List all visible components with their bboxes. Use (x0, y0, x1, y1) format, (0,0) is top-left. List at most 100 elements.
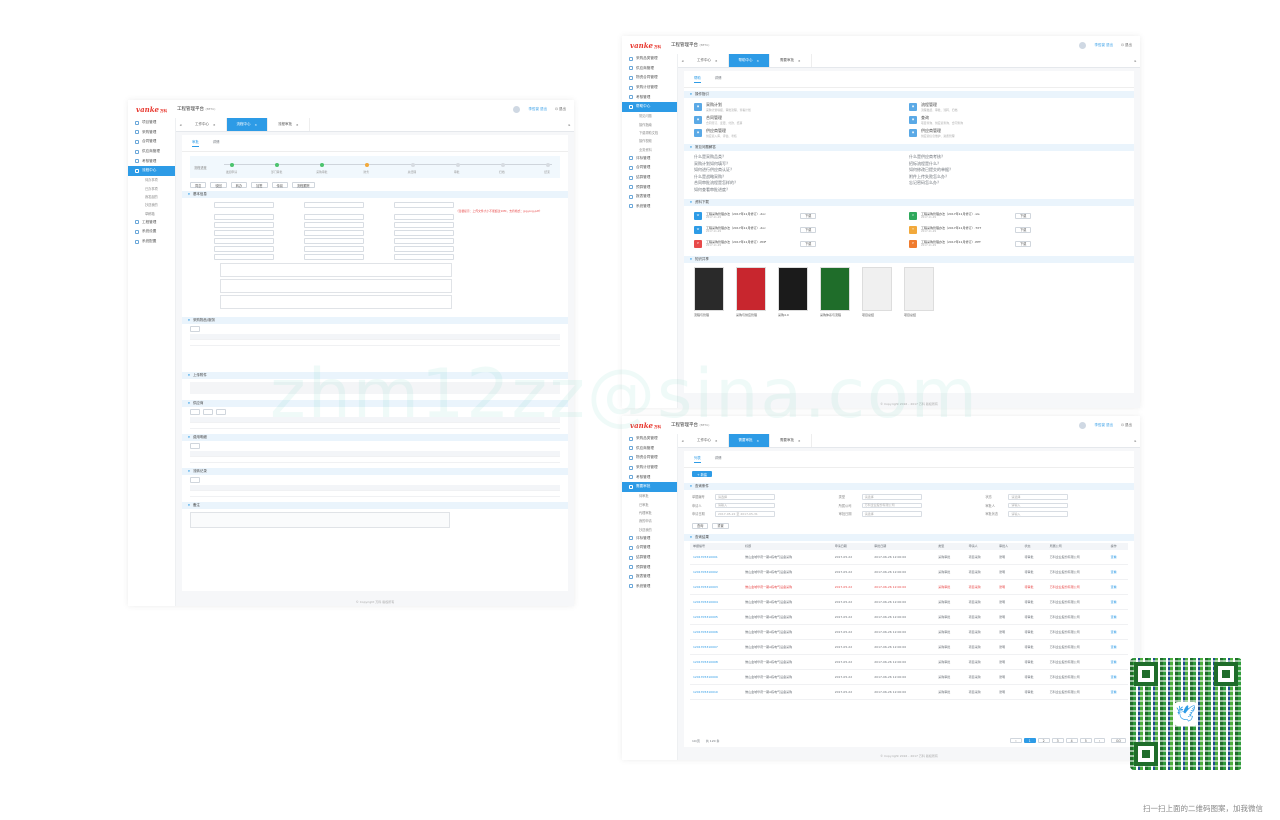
sidebar-item[interactable]: 预算管理 (622, 562, 677, 572)
form-field[interactable] (394, 222, 454, 228)
close-icon[interactable]: ✕ (757, 59, 760, 63)
view-link[interactable]: 查看 (1108, 685, 1128, 700)
doc-number-link[interactable]: 1201705310003 (690, 580, 742, 595)
faq-link[interactable]: 如何查看审批进度？ (694, 187, 909, 194)
column-header[interactable]: 操作 (1108, 543, 1128, 550)
close-icon[interactable]: ✕ (798, 59, 801, 63)
column-header[interactable]: 所属公司 (1047, 543, 1108, 550)
subtab[interactable]: 审批 (192, 139, 199, 147)
sidebar-subitem[interactable]: 抄送我的 (128, 201, 175, 209)
form-field[interactable] (304, 214, 364, 220)
sidebar-item[interactable]: 结算管理 (622, 553, 677, 563)
doc-number-link[interactable]: 1201705310008 (690, 655, 742, 670)
action-button[interactable]: 流程跟踪 (291, 182, 315, 188)
form-field[interactable] (394, 238, 454, 244)
view-link[interactable]: 查看 (1108, 595, 1128, 610)
column-header[interactable]: 审批人 (996, 543, 1021, 550)
column-header[interactable]: 类型 (935, 543, 965, 550)
tab[interactable]: 工作中心 ✕ (687, 434, 729, 447)
sidebar-subitem[interactable]: 已审批 (622, 500, 677, 508)
tab[interactable]: 需要审批 ✕ (770, 434, 812, 447)
book-item[interactable]: 采购与供应管理 (736, 267, 768, 317)
table-row[interactable]: 1201705310005 佛山金域华府一期A栋电气设备采购 2017-05-22 2… (690, 610, 1128, 625)
tab-scroll-left-icon[interactable]: ◂ (678, 434, 687, 447)
table-row[interactable] (190, 491, 560, 497)
filter-input[interactable]: 万科企业股份有限公司 (861, 502, 922, 508)
sidebar-subitem[interactable]: 我发起的 (128, 192, 175, 200)
form-field[interactable] (304, 222, 364, 228)
sidebar-item[interactable]: 合同管理 (622, 543, 677, 553)
sidebar-item[interactable]: 考核管理 (622, 92, 677, 102)
form-field[interactable] (394, 254, 454, 260)
sidebar-item[interactable]: 供应商管理 (622, 64, 677, 74)
table-tool-button[interactable] (190, 409, 200, 415)
close-icon[interactable]: ✕ (798, 439, 801, 443)
sidebar-item[interactable]: 报表管理 (622, 192, 677, 202)
table-row[interactable]: 1201705310008 佛山金域华府一期A栋电气设备采购 2017-05-22 2… (690, 655, 1128, 670)
sidebar-subitem[interactable]: 待审批 (622, 492, 677, 500)
filter-input[interactable]: 请选择 (861, 511, 922, 517)
tab-scroll-left-icon[interactable]: ◂ (678, 54, 687, 67)
faq-link[interactable]: 忘记密码怎么办？ (909, 180, 1124, 187)
form-field[interactable] (214, 230, 274, 236)
tab[interactable]: 帮助中心 ✕ (728, 54, 771, 67)
new-button[interactable]: + 新建 (692, 471, 713, 477)
close-icon[interactable]: ✕ (715, 59, 718, 63)
sidebar-subitem[interactable]: 待办事项 (128, 176, 175, 184)
sidebar-subitem[interactable]: 操作指南 (622, 120, 677, 128)
table-tool-button[interactable] (216, 409, 226, 415)
tab-scroll-right-icon[interactable]: ▸ (565, 118, 574, 131)
filter-input[interactable]: 2017-05-22 至 2017-05-31 (715, 511, 775, 517)
doc-number-link[interactable]: 1201705310009 (690, 670, 742, 685)
guide-item[interactable]: ▣ 合同管理 合同签订、变更、付款、结算 (694, 114, 909, 125)
sidebar-item[interactable]: 采购计划管理 (622, 83, 677, 93)
form-field[interactable] (304, 238, 364, 244)
tab[interactable]: 需要审批 ✕ (728, 434, 771, 447)
view-link[interactable]: 查看 (1108, 655, 1128, 670)
doc-number-link[interactable]: 1201705310004 (690, 595, 742, 610)
book-item[interactable]: 流程与管理 (694, 267, 726, 317)
sidebar-subitem[interactable]: 抄送我的 (622, 525, 677, 533)
filter-input[interactable]: 请输入 (715, 502, 775, 508)
table-row[interactable]: 1201705310006 佛山金域华府一期A栋电气设备采购 2017-05-22 2… (690, 625, 1128, 640)
subtab[interactable]: 详情 (715, 455, 722, 463)
table-row[interactable]: 1201705310009 佛山金域华府一期A栋电气设备采购 2017-05-22 2… (690, 670, 1128, 685)
download-button[interactable]: 下载 (1015, 240, 1032, 247)
sidebar-item[interactable]: 供应商管理 (622, 444, 677, 454)
sidebar-item[interactable]: 需要审批 (622, 481, 677, 492)
view-link[interactable]: 查看 (1108, 640, 1128, 655)
sidebar-item[interactable]: 帮助中心 (622, 101, 677, 112)
form-field[interactable] (394, 214, 454, 220)
sidebar-item[interactable]: 合同管理 (622, 163, 677, 173)
table-row[interactable] (190, 340, 560, 346)
close-icon[interactable]: ✕ (296, 123, 299, 127)
table-tool-button[interactable] (190, 326, 200, 332)
form-textarea[interactable] (220, 279, 452, 293)
form-field[interactable] (304, 202, 364, 208)
form-textarea[interactable] (220, 295, 452, 309)
page-size[interactable]: 10/页 (692, 739, 700, 743)
sidebar-subitem[interactable]: 操作视频 (622, 137, 677, 145)
avatar[interactable] (1079, 421, 1087, 429)
table-tool-button[interactable] (203, 409, 213, 415)
sidebar-item[interactable]: 采购品类管理 (622, 54, 677, 64)
close-icon[interactable]: ✕ (757, 439, 760, 443)
column-header[interactable]: 单据编号 (690, 543, 742, 550)
reset-button[interactable]: 重置 (712, 522, 729, 529)
sidebar-subitem[interactable]: 我的申请 (622, 517, 677, 525)
page-number[interactable]: 3 (1051, 738, 1064, 743)
remark-textarea[interactable] (190, 512, 450, 528)
doc-number-link[interactable]: 1201705310002 (690, 565, 742, 580)
column-header[interactable]: 状态 (1021, 543, 1046, 550)
sidebar-item[interactable]: 系统管理 (622, 201, 677, 211)
sidebar-item[interactable]: 供应商管理 (128, 147, 175, 157)
guide-item[interactable]: ▣ 采购计划 采购计划填报、审批流程、查看计划 (694, 101, 909, 112)
view-link[interactable]: 查看 (1108, 610, 1128, 625)
subtab[interactable]: 详情 (213, 139, 220, 147)
view-link[interactable]: 查看 (1108, 550, 1128, 565)
view-link[interactable]: 查看 (1108, 565, 1128, 580)
sidebar-item[interactable]: 采购品类管理 (622, 434, 677, 444)
prev-page-icon[interactable]: ‹ (1010, 738, 1022, 743)
guide-item[interactable]: ▣ 查询 项目查询、供应商查询、合同查询 (909, 114, 1124, 125)
action-button[interactable]: 同意 (190, 182, 207, 188)
